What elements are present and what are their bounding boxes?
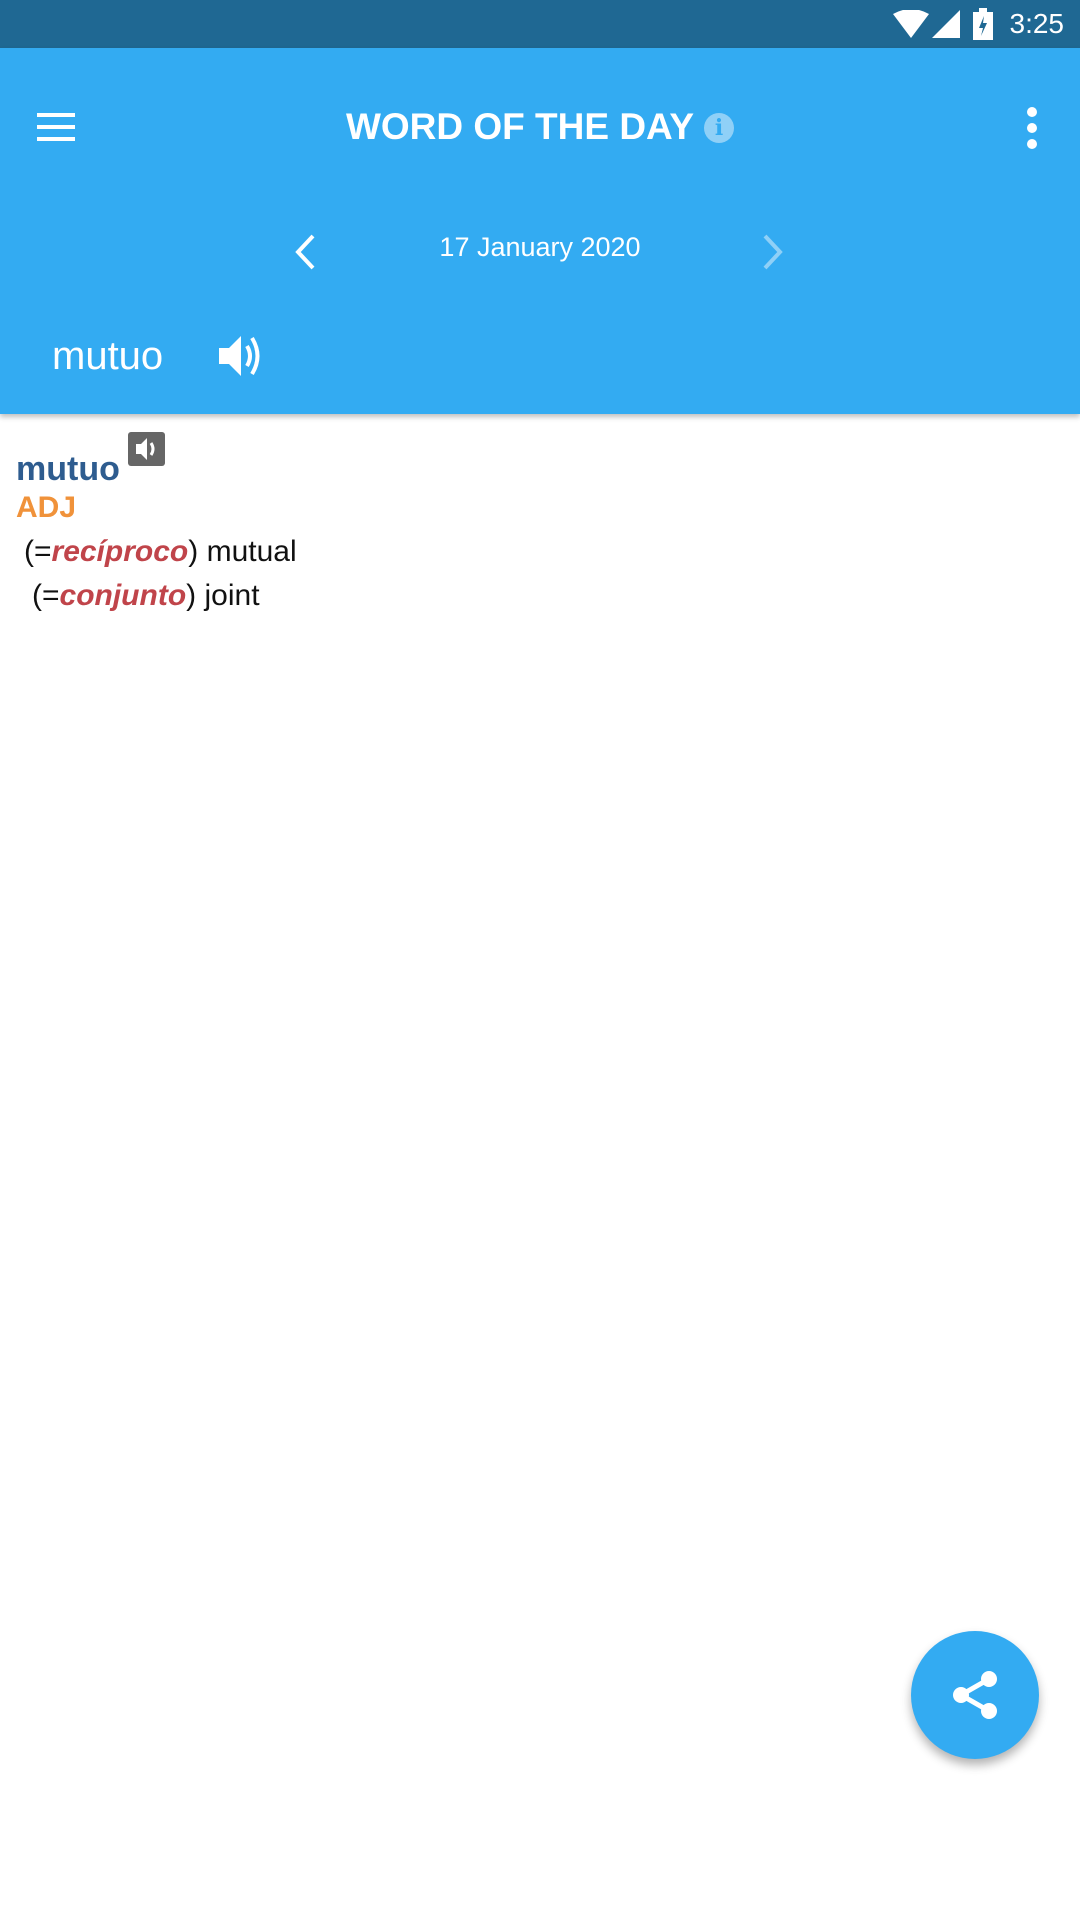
date-label: 17 January 2020 [439, 232, 641, 262]
translation: joint [204, 579, 260, 612]
share-icon [953, 1671, 997, 1719]
translation: mutual [206, 535, 297, 568]
chevron-right-icon[interactable] [761, 234, 785, 270]
part-of-speech: ADJ [16, 491, 77, 524]
sense-suffix: ) [186, 579, 197, 612]
status-bar: 3:25 [0, 0, 1080, 48]
sense: (=conjunto) joint [32, 579, 297, 613]
app-bar: WORD OF THE DAY i 17 January 2020 mutuo [0, 48, 1080, 414]
speaker-icon [135, 438, 155, 460]
sense: (=recíproco) mutual [24, 535, 297, 569]
info-icon[interactable]: i [704, 113, 735, 143]
signal-icon [932, 10, 960, 38]
audio-button[interactable] [127, 432, 165, 466]
word-of-day: mutuo [52, 334, 164, 378]
sense-suffix: ) [188, 535, 199, 568]
headword: mutuo [16, 450, 120, 488]
page-title: WORD OF THE DAY i [0, 106, 1080, 148]
dictionary-entry: mutuo ADJ (=recíproco) mutual (=conjunto… [16, 432, 297, 613]
cross-reference[interactable]: conjunto [60, 579, 187, 612]
sense-prefix: (= [32, 579, 60, 612]
sense-prefix: (= [24, 535, 52, 568]
title-text: WORD OF THE DAY [345, 106, 695, 147]
wifi-icon [893, 10, 929, 38]
battery-icon [973, 8, 993, 40]
status-time: 3:25 [1009, 8, 1065, 39]
more-vert-icon[interactable] [1024, 106, 1040, 150]
speaker-icon[interactable] [217, 334, 263, 378]
share-button[interactable] [911, 1631, 1039, 1759]
cross-reference[interactable]: recíproco [52, 535, 189, 568]
